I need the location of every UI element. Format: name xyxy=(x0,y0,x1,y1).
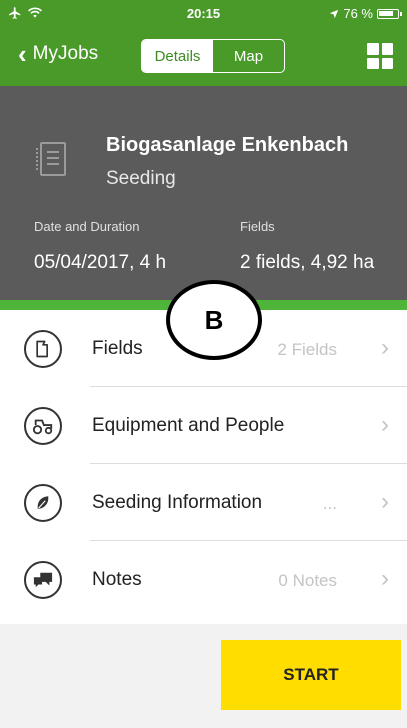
list-item-label: Equipment and People xyxy=(92,415,285,436)
list-item-label: Seeding Information xyxy=(92,492,263,513)
job-title: Biogasanlage Enkenbach xyxy=(106,134,349,156)
list-item-notes[interactable]: Notes 0 Notes › xyxy=(0,541,407,618)
list-item-value: 2 Fields xyxy=(277,340,337,359)
list-item-label: Fields xyxy=(92,338,143,359)
footer: START xyxy=(0,624,407,728)
start-button[interactable]: START xyxy=(221,640,401,710)
battery-percent: 76 % xyxy=(343,6,373,21)
chevron-right-icon: › xyxy=(381,488,389,515)
status-right: 76 % xyxy=(329,6,402,21)
leaf-icon xyxy=(24,484,62,522)
tractor-icon xyxy=(24,407,62,445)
fields-value: 2 fields, 4,92 ha xyxy=(240,252,375,273)
list-item-equipment[interactable]: Equipment and People › xyxy=(0,387,407,464)
back-label: MyJobs xyxy=(32,43,99,64)
notes-icon xyxy=(24,561,62,599)
callout-marker: B xyxy=(166,280,262,360)
notebook-icon xyxy=(36,142,66,176)
list-item-value: 0 Notes xyxy=(278,571,337,590)
chevron-left-icon: ‹ xyxy=(18,39,27,69)
job-header: Biogasanlage Enkenbach Seeding Date and … xyxy=(0,86,407,300)
segmented-control: Details Map xyxy=(141,39,285,73)
list-item-seeding[interactable]: Seeding Information ... › xyxy=(0,464,407,541)
status-bar: 20:15 76 % xyxy=(0,0,407,28)
list-item-value: ... xyxy=(322,494,337,513)
field-icon xyxy=(24,330,62,368)
fields-label: Fields xyxy=(240,219,275,234)
list-item-label: Notes xyxy=(92,569,142,590)
tab-details[interactable]: Details xyxy=(142,40,213,72)
chevron-right-icon: › xyxy=(381,565,389,592)
job-subtitle: Seeding xyxy=(106,168,176,189)
nav-bar: ‹ MyJobs Details Map xyxy=(0,28,407,86)
tab-map[interactable]: Map xyxy=(213,40,284,72)
battery-icon xyxy=(377,8,402,19)
location-arrow-icon xyxy=(330,9,339,18)
chevron-right-icon: › xyxy=(381,411,389,438)
chevron-right-icon: › xyxy=(381,334,389,361)
date-label: Date and Duration xyxy=(34,219,140,234)
grid-menu-icon[interactable] xyxy=(367,43,393,69)
date-value: 05/04/2017, 4 h xyxy=(34,252,167,273)
back-button[interactable]: ‹ MyJobs xyxy=(18,39,99,69)
